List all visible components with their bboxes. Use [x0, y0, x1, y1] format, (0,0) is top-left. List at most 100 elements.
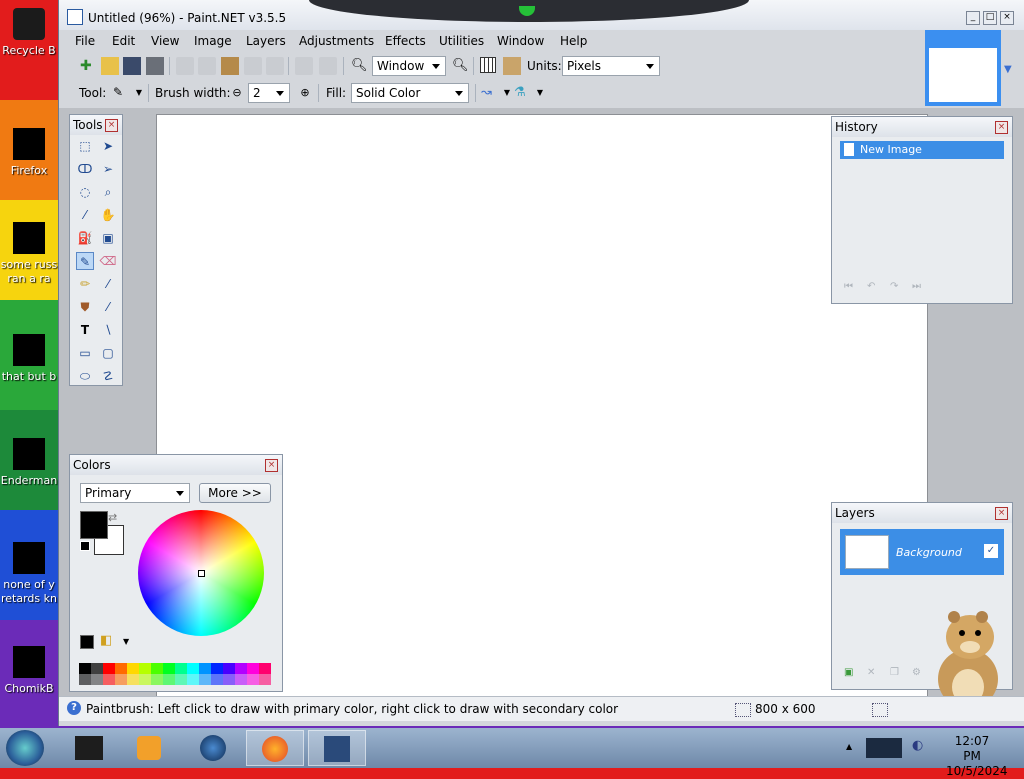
redo-icon[interactable]	[319, 57, 337, 75]
palette-swatch-dark[interactable]	[127, 674, 139, 685]
palette-swatch[interactable]	[247, 663, 259, 674]
maximize-button[interactable]: □	[983, 11, 997, 25]
menu-edit[interactable]: Edit	[112, 34, 135, 48]
desktop-icon-none-of-y[interactable]: none of y retards kn	[0, 542, 58, 606]
palette-swatch[interactable]	[115, 663, 127, 674]
palette-swatch[interactable]	[163, 663, 175, 674]
gradient-tool-icon[interactable]: ▣	[99, 229, 117, 247]
paste-icon[interactable]	[221, 57, 239, 75]
move-selected-icon[interactable]: ➤	[99, 137, 117, 155]
chevron-down-icon[interactable]: ▼	[531, 84, 549, 102]
crop-icon[interactable]	[244, 57, 262, 75]
show-hidden-icons-icon[interactable]: ▲	[846, 742, 852, 751]
desktop-icon-some-russ[interactable]: some russ ran a ra	[0, 222, 58, 286]
close-button[interactable]: ×	[1000, 11, 1014, 25]
text-tool-icon[interactable]: T	[76, 321, 94, 339]
move-selection-icon[interactable]: ➢	[99, 160, 117, 178]
palette-swatch[interactable]	[103, 663, 115, 674]
palette-swatch-dark[interactable]	[235, 674, 247, 685]
recolor-icon[interactable]: ⁄	[99, 298, 117, 316]
zoom-out-icon[interactable]: 🔍︎	[350, 57, 368, 75]
taskbar-media-player[interactable]	[120, 730, 178, 766]
freeform-shape-icon[interactable]: ☡	[99, 367, 117, 385]
palette-swatch-dark[interactable]	[175, 674, 187, 685]
paintbrush-tool-icon[interactable]: ✎	[76, 252, 94, 270]
brush-width-decrease-icon[interactable]: ⊖	[228, 84, 246, 102]
desktop-icon-chomikb[interactable]: ChomikB	[0, 646, 58, 696]
undo-icon[interactable]: ↶	[867, 281, 881, 293]
primary-color-swatch[interactable]	[80, 511, 108, 539]
palette-swatch[interactable]	[223, 663, 235, 674]
layer-visibility-checkbox[interactable]: ✓	[984, 544, 998, 558]
palette-swatch[interactable]	[127, 663, 139, 674]
close-icon[interactable]: ×	[265, 459, 278, 472]
taskbar-globe[interactable]	[184, 730, 242, 766]
open-file-icon[interactable]	[101, 57, 119, 75]
palette-swatch-dark[interactable]	[163, 674, 175, 685]
magic-wand-icon[interactable]: ⁄	[76, 206, 94, 224]
color-picker-icon[interactable]: ⁄	[99, 275, 117, 293]
palette-swatch-dark[interactable]	[139, 674, 151, 685]
palette-menu-icon[interactable]: ◧	[100, 633, 112, 648]
desktop-icon-that-but[interactable]: that but b	[0, 334, 58, 384]
deselect-icon[interactable]	[266, 57, 284, 75]
antialiasing-icon[interactable]: ↝	[480, 84, 498, 102]
color-palette[interactable]	[79, 663, 271, 685]
new-file-icon[interactable]: ✚	[79, 57, 97, 75]
tray-app-icon[interactable]	[866, 738, 902, 758]
print-icon[interactable]	[146, 57, 164, 75]
palette-swatch-dark[interactable]	[187, 674, 199, 685]
units-dropdown[interactable]: Pixels	[562, 56, 660, 76]
menu-view[interactable]: View	[151, 34, 179, 48]
palette-swatch[interactable]	[199, 663, 211, 674]
palette-swatch[interactable]	[151, 663, 163, 674]
start-button[interactable]	[6, 730, 44, 766]
line-curve-icon[interactable]: ∖	[99, 321, 117, 339]
chevron-down-icon[interactable]: ▼	[1004, 64, 1012, 75]
rectangle-select-icon[interactable]: ⬚	[76, 137, 94, 155]
duplicate-layer-icon[interactable]: ❐	[890, 667, 904, 679]
menu-window[interactable]: Window	[497, 34, 544, 48]
palette-swatch-dark[interactable]	[91, 674, 103, 685]
delete-layer-icon[interactable]: ✕	[867, 667, 881, 679]
reset-colors-icon[interactable]	[80, 541, 90, 551]
add-to-palette-icon[interactable]	[80, 635, 94, 649]
menu-utilities[interactable]: Utilities	[439, 34, 484, 48]
palette-swatch[interactable]	[175, 663, 187, 674]
minimize-button[interactable]: _	[966, 11, 980, 25]
palette-swatch[interactable]	[79, 663, 91, 674]
menu-effects[interactable]: Effects	[385, 34, 426, 48]
rectangle-shape-icon[interactable]: ▭	[76, 344, 94, 362]
lasso-select-icon[interactable]: ↀ	[76, 160, 94, 178]
menu-file[interactable]: File	[75, 34, 95, 48]
zoom-in-icon[interactable]: 🔍︎	[451, 57, 469, 75]
palette-swatch[interactable]	[235, 663, 247, 674]
layer-item[interactable]: Background ✓	[840, 529, 1004, 575]
color-wheel[interactable]	[138, 510, 264, 636]
swap-colors-icon[interactable]: ⇄	[108, 511, 117, 524]
zoom-dropdown[interactable]: Window	[372, 56, 446, 76]
menu-layers[interactable]: Layers	[246, 34, 286, 48]
clock[interactable]: 12:07 PM 10/5/2024	[946, 734, 1008, 779]
palette-swatch-dark[interactable]	[199, 674, 211, 685]
more-colors-button[interactable]: More >>	[199, 483, 271, 503]
undo-icon[interactable]	[295, 57, 313, 75]
color-mode-dropdown[interactable]: Primary	[80, 483, 190, 503]
taskbar-app-1[interactable]	[60, 730, 118, 766]
palette-swatch[interactable]	[139, 663, 151, 674]
close-icon[interactable]: ×	[995, 507, 1008, 520]
palette-swatch[interactable]	[187, 663, 199, 674]
paint-bucket-icon[interactable]: ⛽	[76, 229, 94, 247]
brush-width-increase-icon[interactable]: ⊕	[296, 84, 314, 102]
palette-swatch-dark[interactable]	[103, 674, 115, 685]
copy-icon[interactable]	[198, 57, 216, 75]
palette-swatch-dark[interactable]	[247, 674, 259, 685]
palette-swatch-dark[interactable]	[211, 674, 223, 685]
palette-swatch[interactable]	[91, 663, 103, 674]
save-icon[interactable]	[123, 57, 141, 75]
menu-image[interactable]: Image	[194, 34, 232, 48]
title-bar[interactable]: Untitled (96%) - Paint.NET v3.5.5 _ □ ×	[59, 0, 1024, 30]
color-wheel-selector[interactable]	[198, 570, 205, 577]
clone-stamp-icon[interactable]: ⛊	[76, 298, 94, 316]
fill-dropdown[interactable]: Solid Color	[351, 83, 469, 103]
